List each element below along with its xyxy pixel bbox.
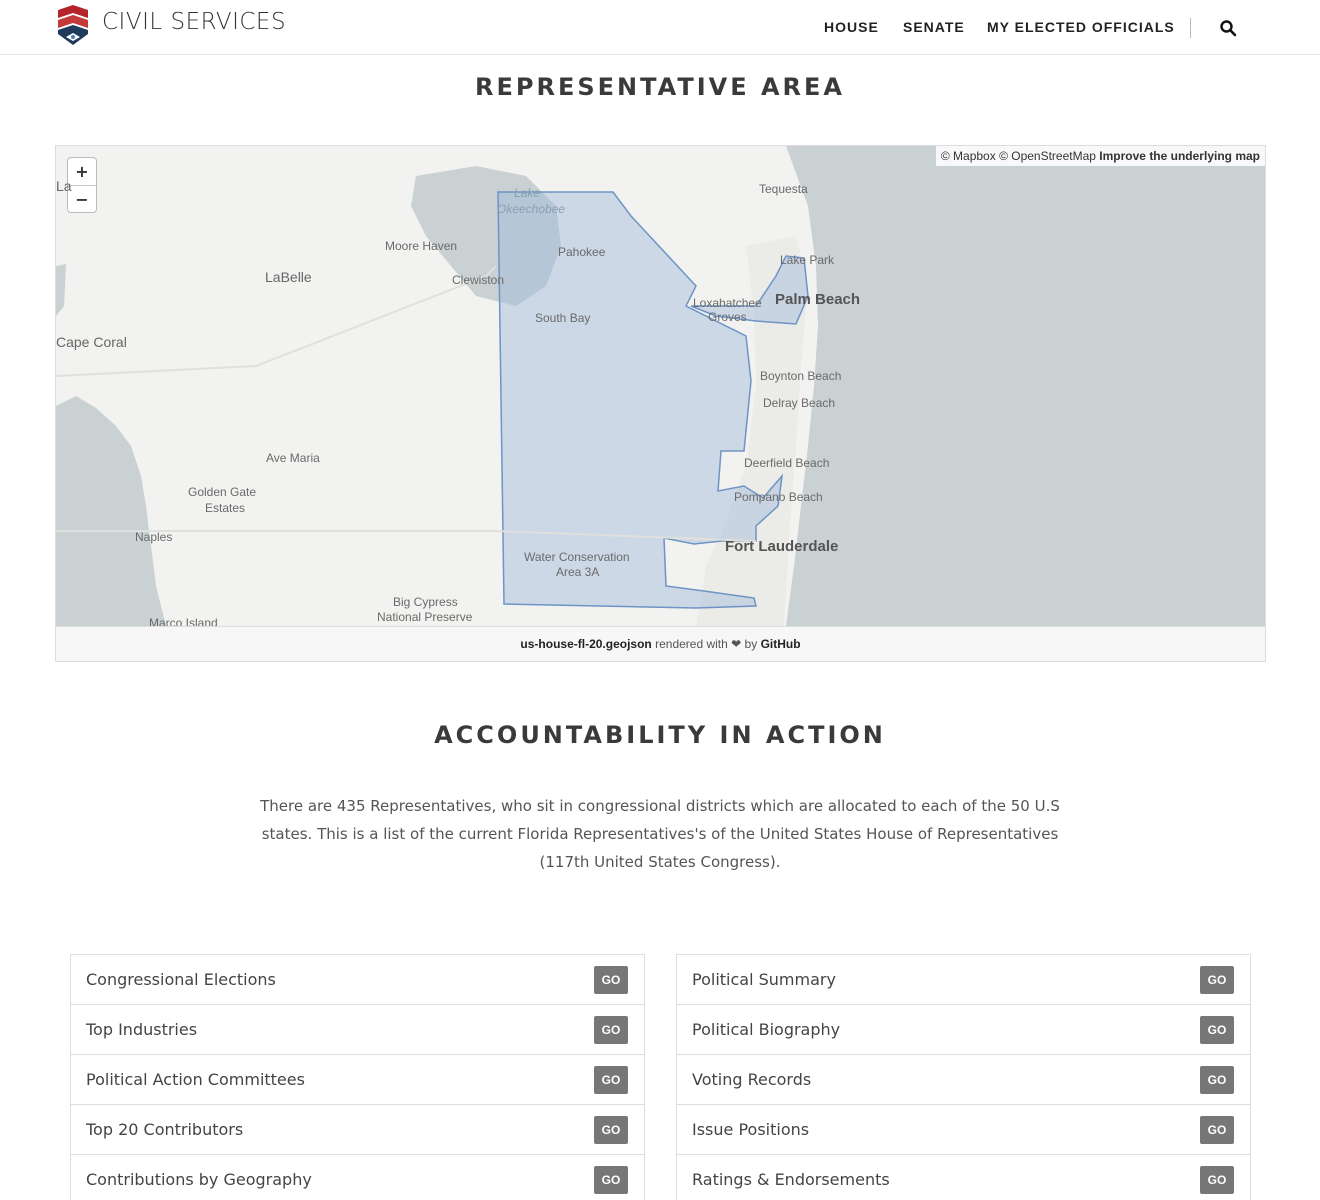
list-item-label: Political Action Committees [86,1070,305,1089]
map-label-water-conservation: Water Conservation [524,550,630,564]
list-item-label: Top Industries [86,1020,198,1039]
profile-list: Political Summary GO Political Biography… [676,954,1251,1200]
map-label-golden-gate: Golden Gate [188,485,257,499]
list-item-issue-positions[interactable]: Issue Positions GO [677,1105,1250,1155]
list-item-political-action-committees[interactable]: Political Action Committees GO [71,1055,644,1105]
list-item-ratings-endorsements[interactable]: Ratings & Endorsements GO [677,1155,1250,1200]
rendered-with-text: rendered with ❤ by [655,637,758,651]
map-footer: us-house-fl-20.geojson rendered with ❤ b… [56,626,1265,661]
accountability-title: ACCOUNTABILITY IN ACTION [434,721,886,749]
map-tiles [56,146,1265,626]
list-item-voting-records[interactable]: Voting Records GO [677,1055,1250,1105]
map-label-delray-beach: Delray Beach [763,396,836,410]
list-item-label: Congressional Elections [86,970,276,989]
map-label-ave-maria: Ave Maria [266,451,320,465]
list-item-label: Voting Records [692,1070,812,1089]
accountability-intro: There are 435 Representatives, who sit i… [260,797,1060,871]
map-label-area-3a: Area 3A [556,565,600,579]
zoom-out-button[interactable]: − [68,185,96,212]
go-button[interactable]: GO [1200,1166,1234,1194]
mapbox-attribution-link[interactable]: © Mapbox [941,149,996,163]
go-button[interactable]: GO [1200,1116,1234,1144]
map-label-deerfield-beach: Deerfield Beach [744,456,830,470]
map-label-moore-haven: Moore Haven [385,239,458,253]
list-item-congressional-elections[interactable]: Congressional Elections GO [71,955,644,1005]
list-item-top-20-contributors[interactable]: Top 20 Contributors GO [71,1105,644,1155]
map-label-okeechobee: Okeechobee [497,202,566,216]
map-attribution: © Mapbox © OpenStreetMap Improve the und… [935,146,1265,166]
map-label-estates: Estates [205,501,246,515]
go-button[interactable]: GO [594,1116,628,1144]
map-label-boynton-beach: Boynton Beach [760,369,842,383]
map-label-pahokee: Pahokee [558,245,606,259]
map-label-tequesta: Tequesta [759,182,808,196]
map-label-lake-park: Lake Park [780,253,835,267]
github-link[interactable]: GitHub [761,637,801,651]
map-label-national-preserve: National Preserve [377,610,473,624]
go-button[interactable]: GO [594,1016,628,1044]
map-label-labelle: LaBelle [265,269,312,285]
nav-senate[interactable]: SENATE [903,19,965,35]
representative-area-title: REPRESENTATIVE AREA [475,73,845,101]
map-label-south-bay: South Bay [535,311,591,325]
map-label-fort-lauderdale: Fort Lauderdale [725,538,839,555]
list-item-label: Ratings & Endorsements [692,1170,890,1189]
list-item-label: Political Biography [692,1020,841,1039]
district-map-widget: + − © Mapbox © OpenStreetMap Improve the… [55,145,1266,662]
map-label-lake: Lake [514,186,541,200]
search-icon[interactable] [1219,19,1237,37]
nav-house[interactable]: HOUSE [824,19,879,35]
list-item-political-summary[interactable]: Political Summary GO [677,955,1250,1005]
go-button[interactable]: GO [594,1166,628,1194]
nav-divider [1190,18,1191,38]
nav-my-elected-officials[interactable]: MY ELECTED OFFICIALS [987,19,1175,35]
map-label-big-cypress: Big Cypress [393,595,458,609]
go-button[interactable]: GO [594,1066,628,1094]
map-label-marco-island: Marco Island [149,616,218,626]
list-item-contributions-by-geography[interactable]: Contributions by Geography GO [71,1155,644,1200]
map-label-palm-beach: Palm Beach [775,291,861,308]
map-label-cape-coral: Cape Coral [56,334,127,350]
civil-services-logo-icon[interactable] [55,4,91,46]
map-label-pompano-beach: Pompano Beach [734,490,823,504]
zoom-in-button[interactable]: + [68,158,96,185]
brand-name[interactable]: CIVIL SERVICES [102,9,286,35]
list-item-label: Contributions by Geography [86,1170,312,1189]
map-label-naples: Naples [135,530,173,544]
map-label-edge: La [56,178,72,194]
osm-attribution-link[interactable]: © OpenStreetMap [999,149,1096,163]
site-header: CIVIL SERVICES HOUSE SENATE MY ELECTED O… [0,0,1320,55]
list-item-label: Issue Positions [692,1120,810,1139]
map-label-groves: Groves [708,310,747,324]
improve-map-link[interactable]: Improve the underlying map [1099,149,1260,163]
list-item-political-biography[interactable]: Political Biography GO [677,1005,1250,1055]
geojson-file-link[interactable]: us-house-fl-20.geojson [520,637,651,651]
go-button[interactable]: GO [1200,1016,1234,1044]
map-label-loxahatchee: Loxahatchee [693,296,762,310]
list-item-label: Political Summary [692,970,836,989]
list-item-top-industries[interactable]: Top Industries GO [71,1005,644,1055]
go-button[interactable]: GO [1200,966,1234,994]
finance-list: Congressional Elections GO Top Industrie… [70,954,645,1200]
go-button[interactable]: GO [1200,1066,1234,1094]
go-button[interactable]: GO [594,966,628,994]
list-item-label: Top 20 Contributors [86,1120,244,1139]
map-label-clewiston: Clewiston [452,273,505,287]
district-map[interactable]: + − © Mapbox © OpenStreetMap Improve the… [56,146,1265,626]
